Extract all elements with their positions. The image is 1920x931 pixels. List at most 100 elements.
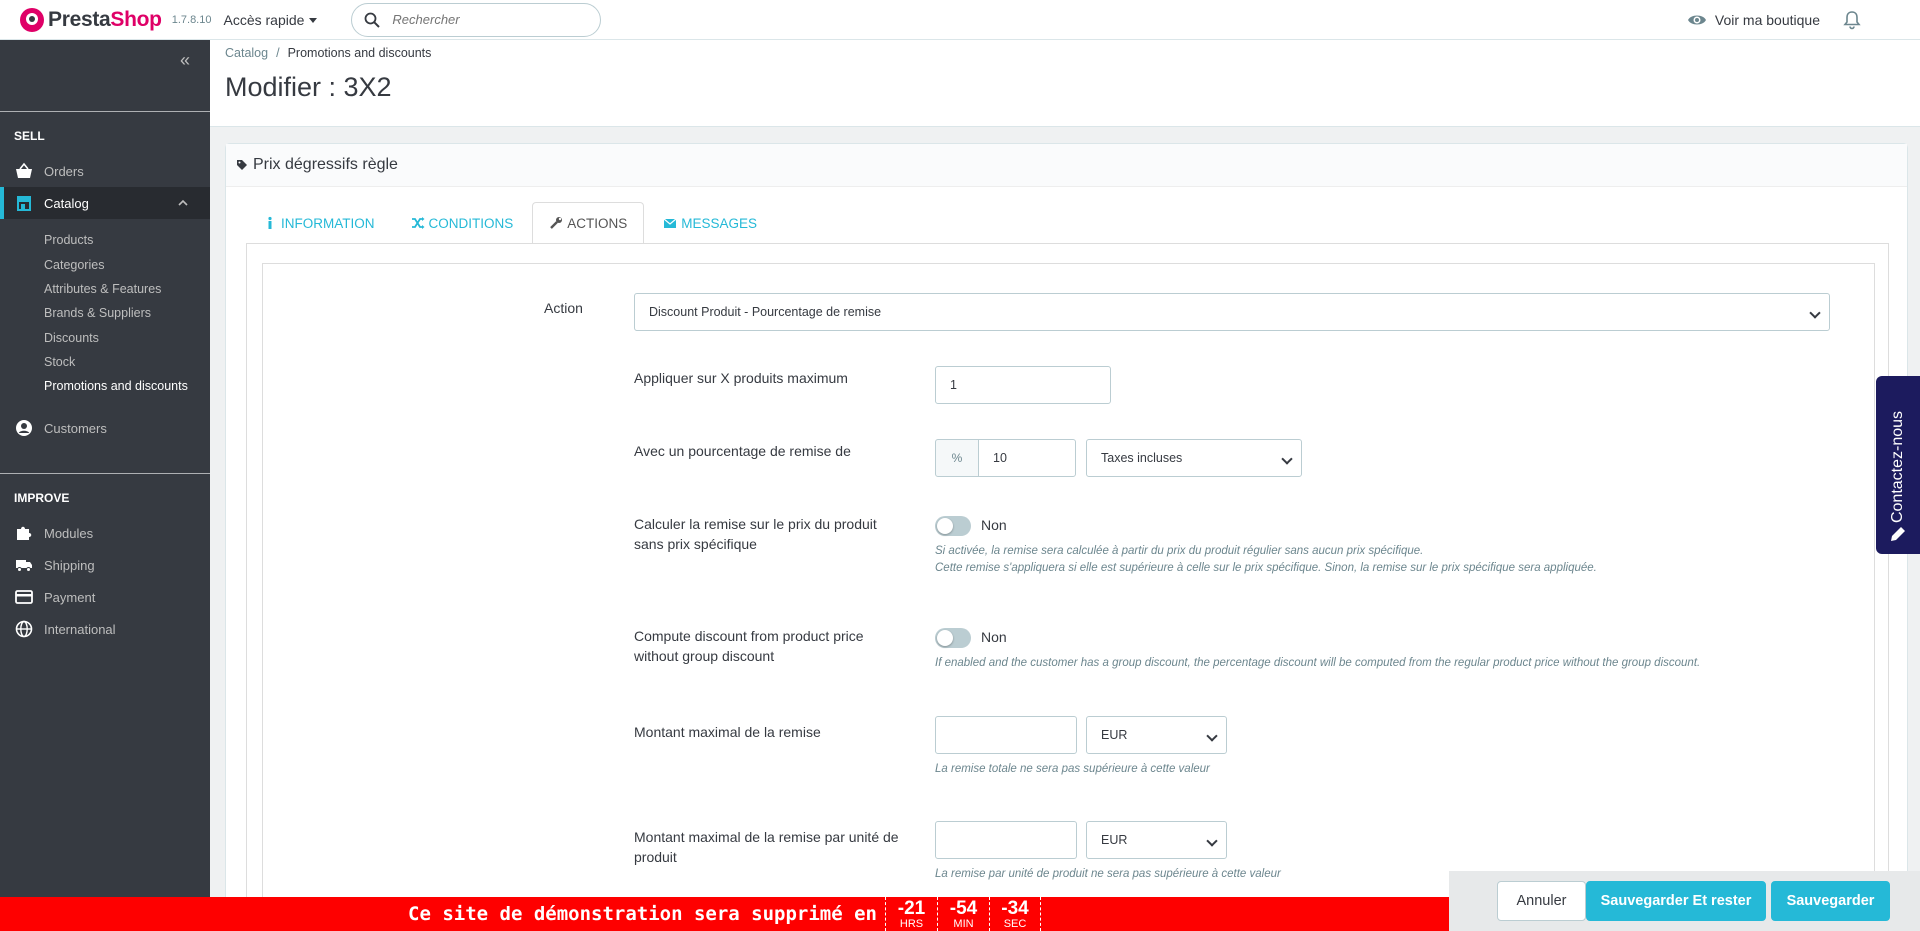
max-unit-input[interactable]: [935, 821, 1077, 859]
specific-price-toggle[interactable]: [935, 516, 971, 536]
version-label: 1.7.8.10: [171, 13, 212, 26]
sidebar-item-customers[interactable]: Customers: [0, 412, 210, 444]
max-products-input[interactable]: 1: [935, 366, 1111, 404]
breadcrumb-separator: /: [276, 46, 280, 60]
actions-form: Action Discount Produit - Pourcentage de…: [262, 263, 1875, 931]
sidebar-item-modules[interactable]: Modules: [0, 517, 210, 549]
sidebar-sub-brands[interactable]: Brands & Suppliers: [44, 306, 151, 320]
store-icon: [17, 196, 31, 211]
tab-actions-label: ACTIONS: [567, 215, 628, 231]
max-unit-currency-select[interactable]: EUR: [1086, 821, 1227, 859]
max-unit-label: Montant maximal de la remise par unité d…: [634, 829, 899, 865]
chevron-up-icon: [178, 199, 188, 206]
tax-select-value: Taxes incluses: [1101, 451, 1183, 465]
sidebar: « SELL Orders Catalog Products Categorie…: [0, 40, 210, 897]
sidebar-sub-promotions[interactable]: Promotions and discounts: [44, 379, 188, 393]
cart-rule-panel: Prix dégressifs règle INFORMATION CONDIT…: [225, 143, 1908, 931]
tab-actions[interactable]: ACTIONS: [532, 202, 645, 244]
tab-information-label: INFORMATION: [281, 215, 375, 231]
prestashop-logo[interactable]: PrestaShop: [20, 7, 162, 32]
sidebar-label-modules: Modules: [44, 525, 94, 541]
panel-title: Prix dégressifs règle: [253, 156, 398, 173]
specific-price-toggle-state: Non: [981, 517, 1007, 533]
tab-information[interactable]: INFORMATION: [246, 202, 392, 244]
group-discount-toggle[interactable]: [935, 628, 971, 648]
collapse-sidebar-icon[interactable]: «: [180, 50, 190, 71]
action-select-value: Discount Produit - Pourcentage de remise: [649, 305, 882, 319]
truck-icon: [16, 560, 32, 572]
save-button[interactable]: Sauvegarder: [1771, 881, 1890, 921]
tax-select[interactable]: Taxes incluses: [1086, 439, 1302, 477]
group-discount-toggle-state: Non: [981, 629, 1007, 645]
countdown-minutes: -54 MIN: [937, 897, 989, 931]
breadcrumb-current: Promotions and discounts: [287, 46, 432, 60]
search-box[interactable]: [351, 2, 602, 37]
sidebar-sub-categories[interactable]: Categories: [44, 258, 104, 272]
countdown-seconds: -34 SEC: [989, 897, 1041, 931]
wrench-icon: [550, 217, 563, 229]
countdown-minutes-value: -54: [949, 897, 978, 919]
tag-icon: [237, 160, 247, 170]
max-amount-help: La remise totale ne sera pas supérieure …: [935, 763, 1210, 775]
panel-heading: Prix dégressifs règle: [226, 144, 1907, 187]
cancel-button[interactable]: Annuler: [1497, 881, 1586, 921]
section-sell: SELL: [14, 129, 45, 143]
shuffle-icon: [411, 217, 424, 229]
search-input[interactable]: [392, 12, 573, 27]
sidebar-item-catalog[interactable]: Catalog: [0, 187, 210, 219]
form-tabs: INFORMATION CONDITIONS ACTIONS MESSAGES: [246, 202, 776, 244]
max-unit-help: La remise par unité de produit ne sera p…: [935, 868, 1281, 880]
specific-price-help-1: Si activée, la remise sera calculée à pa…: [935, 545, 1424, 557]
save-and-stay-button[interactable]: Sauvegarder Et rester: [1586, 881, 1766, 921]
tab-content: Action Discount Produit - Pourcentage de…: [246, 243, 1889, 931]
search-icon: [365, 12, 381, 28]
contact-us-label: Contactez-nous: [1889, 410, 1906, 524]
brand-prefix: Presta: [48, 7, 111, 31]
max-amount-currency: EUR: [1101, 728, 1128, 742]
sidebar-sub-stock[interactable]: Stock: [44, 355, 75, 369]
pencil-icon: [1891, 527, 1905, 541]
sidebar-label-orders: Orders: [44, 163, 84, 179]
max-amount-label: Montant maximal de la remise: [634, 724, 821, 740]
action-label: Action: [544, 300, 583, 316]
tab-conditions[interactable]: CONDITIONS: [394, 202, 531, 244]
countdown-hours-value: -21: [897, 897, 926, 919]
sidebar-sub-discounts[interactable]: Discounts: [44, 331, 99, 345]
countdown-hours: -21 HRS: [885, 897, 937, 931]
sidebar-label-catalog: Catalog: [44, 195, 89, 211]
notifications-bell-icon[interactable]: [1842, 10, 1862, 30]
max-amount-input[interactable]: [935, 716, 1077, 754]
view-shop-label: Voir ma boutique: [1714, 12, 1820, 28]
sidebar-label-payment: Payment: [44, 589, 96, 605]
sidebar-item-orders[interactable]: Orders: [0, 155, 210, 187]
max-products-value: 1: [950, 378, 957, 392]
globe-icon: [15, 620, 33, 638]
max-amount-currency-select[interactable]: EUR: [1086, 716, 1227, 754]
contact-us-tab[interactable]: Contactez-nous: [1876, 376, 1920, 554]
view-shop-link[interactable]: Voir ma boutique: [1687, 10, 1820, 30]
action-select[interactable]: Discount Produit - Pourcentage de remise: [634, 293, 1830, 331]
user-circle-icon: [16, 420, 32, 436]
page-title: Modifier : 3X2: [225, 72, 392, 102]
specific-price-label: Calculer la remise sur le prix du produi…: [634, 516, 877, 552]
tab-conditions-label: CONDITIONS: [428, 215, 514, 231]
sidebar-label-shipping: Shipping: [44, 557, 95, 573]
breadcrumb-catalog[interactable]: Catalog: [225, 46, 268, 60]
tab-messages[interactable]: MESSAGES: [646, 202, 774, 244]
puzzle-icon: [17, 526, 32, 540]
section-improve: IMPROVE: [14, 491, 70, 505]
sidebar-item-international[interactable]: International: [0, 613, 210, 645]
brand-suffix: Shop: [110, 7, 162, 31]
sidebar-item-payment[interactable]: Payment: [0, 581, 210, 613]
eye-icon: [1687, 15, 1706, 25]
percent-input[interactable]: 10: [978, 439, 1076, 477]
countdown-seconds-value: -34: [1001, 897, 1029, 919]
percent-value: 10: [993, 451, 1007, 465]
info-icon: [268, 216, 272, 229]
sidebar-item-shipping[interactable]: Shipping: [0, 549, 210, 581]
sidebar-sub-products[interactable]: Products: [44, 233, 93, 247]
envelope-icon: [663, 218, 677, 228]
quick-access-dropdown[interactable]: Accès rapide: [223, 12, 317, 28]
countdown-seconds-unit: SEC: [1003, 917, 1027, 930]
sidebar-sub-attributes[interactable]: Attributes & Features: [44, 282, 161, 296]
